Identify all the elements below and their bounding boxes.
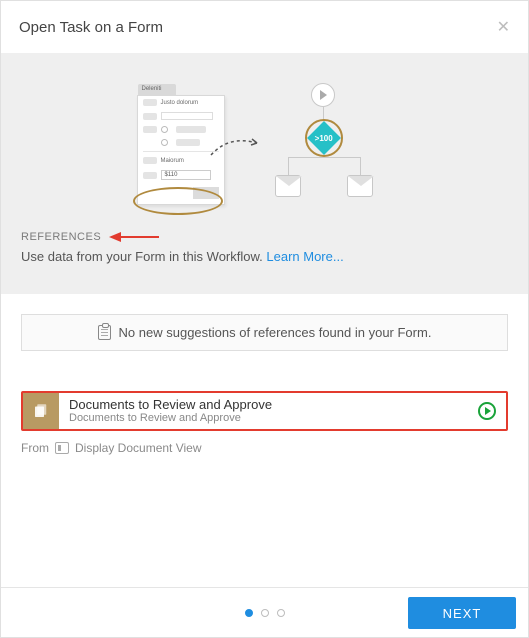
mock-row-1: Justo dolorum bbox=[161, 100, 199, 106]
mock-form-tab: Deleniti bbox=[138, 84, 176, 96]
condition-node-icon: >100 bbox=[305, 119, 343, 157]
step-dots bbox=[245, 609, 285, 617]
dashed-arrow-icon bbox=[209, 133, 269, 163]
from-row: From Display Document View bbox=[21, 441, 508, 455]
mock-row-2: Maiorum bbox=[161, 158, 184, 164]
start-node-icon bbox=[311, 83, 335, 107]
references-description: Use data from your Form in this Workflow… bbox=[21, 249, 508, 264]
dialog-title: Open Task on a Form bbox=[19, 19, 163, 36]
mock-flow: >100 bbox=[253, 83, 393, 213]
dialog-header: Open Task on a Form ✕ bbox=[1, 1, 528, 53]
email-node-icon bbox=[275, 175, 301, 197]
content-area: No new suggestions of references found i… bbox=[1, 294, 528, 455]
email-node-icon bbox=[347, 175, 373, 197]
clipboard-icon bbox=[98, 325, 111, 340]
document-stack-icon bbox=[23, 393, 59, 429]
run-icon[interactable] bbox=[478, 402, 496, 420]
view-icon bbox=[55, 442, 69, 454]
references-heading: REFERENCES bbox=[21, 231, 101, 243]
reference-subtitle: Documents to Review and Approve bbox=[69, 412, 468, 425]
reference-title: Documents to Review and Approve bbox=[69, 397, 468, 413]
callout-arrow-icon bbox=[109, 232, 159, 242]
from-view-name: Display Document View bbox=[75, 441, 202, 455]
from-label: From bbox=[21, 441, 49, 455]
highlight-ellipse-icon bbox=[133, 187, 223, 215]
dialog-footer: NEXT bbox=[1, 587, 528, 637]
step-dot-3[interactable] bbox=[277, 609, 285, 617]
no-suggestions-text: No new suggestions of references found i… bbox=[119, 325, 432, 340]
step-dot-1[interactable] bbox=[245, 609, 253, 617]
learn-more-link[interactable]: Learn More... bbox=[266, 249, 343, 264]
step-dot-2[interactable] bbox=[261, 609, 269, 617]
illustration: Deleniti Justo dolorum Maiorum $110 >100 bbox=[21, 73, 508, 223]
mock-price: $110 bbox=[161, 170, 211, 180]
reference-item[interactable]: Documents to Review and Approve Document… bbox=[21, 391, 508, 431]
close-icon[interactable]: ✕ bbox=[497, 17, 510, 37]
intro-panel: Deleniti Justo dolorum Maiorum $110 >100 bbox=[1, 53, 528, 294]
no-suggestions-bar: No new suggestions of references found i… bbox=[21, 314, 508, 351]
next-button[interactable]: NEXT bbox=[408, 597, 516, 629]
